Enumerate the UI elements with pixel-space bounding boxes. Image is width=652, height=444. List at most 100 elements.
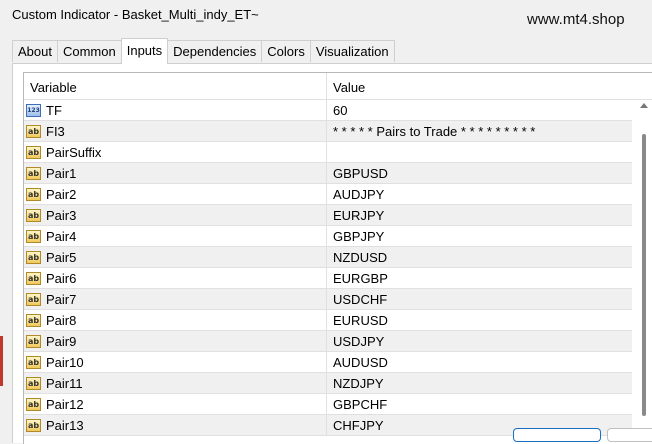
tab-visualization[interactable]: Visualization [309,40,395,62]
table-row[interactable]: 123 TF 60 [24,100,632,121]
value-cell[interactable]: * * * * * Pairs to Trade * * * * * * * *… [327,121,535,141]
variable-name: Pair13 [46,417,84,433]
grid-header: Variable Value [24,73,652,100]
variable-cell[interactable]: ab Pair1 [24,163,327,183]
watermark-text: www.mt4.shop [527,11,625,28]
inputs-panel: Variable Value 123 TF 60 ab FI3 * * * * * Pai… [12,63,652,444]
variable-cell[interactable]: ab FI3 [24,121,327,141]
value-cell[interactable]: USDCHF [327,289,387,309]
string-type-icon: ab [26,313,41,327]
string-type-icon: ab [26,376,41,390]
value-cell[interactable]: GBPJPY [327,226,384,246]
value-cell[interactable]: NZDUSD [327,247,387,267]
variable-name: Pair6 [46,270,77,286]
table-row[interactable]: ab Pair2 AUDJPY [24,184,632,205]
table-row[interactable]: ab Pair3 EURJPY [24,205,632,226]
inputs-grid: Variable Value 123 TF 60 ab FI3 * * * * * Pai… [23,72,652,444]
table-row[interactable]: ab Pair6 EURGBP [24,268,632,289]
value-cell[interactable]: GBPCHF [327,394,387,414]
value-cell[interactable]: USDJPY [327,331,384,351]
string-type-icon: ab [26,124,41,138]
variable-name: Pair11 [46,375,83,391]
variable-cell[interactable]: ab Pair13 [24,415,327,435]
value-cell[interactable]: AUDUSD [327,352,388,372]
tab-common[interactable]: Common [56,40,122,62]
table-row[interactable]: ab Pair11 NZDJPY [24,373,632,394]
table-row[interactable]: ab PairSuffix [24,142,632,163]
string-type-icon: ab [26,229,41,243]
string-type-icon: ab [26,355,41,369]
value-cell[interactable]: AUDJPY [327,184,384,204]
variable-cell[interactable]: ab PairSuffix [24,142,327,162]
variable-name: Pair8 [46,312,77,328]
value-cell[interactable]: GBPUSD [327,163,388,183]
string-type-icon: ab [26,208,41,222]
variable-name: Pair5 [46,249,77,265]
variable-name: FI3 [46,123,65,139]
tab-bar: About Common Inputs Dependencies Colors … [12,38,395,64]
table-row[interactable]: ab Pair1 GBPUSD [24,163,632,184]
tab-dependencies[interactable]: Dependencies [167,40,263,62]
value-cell[interactable]: NZDJPY [327,373,384,393]
variable-name: Pair1 [46,165,77,181]
variable-name: Pair4 [46,228,77,244]
value-cell[interactable]: 60 [327,100,347,120]
table-row[interactable]: ab Pair12 GBPCHF [24,394,632,415]
string-type-icon: ab [26,166,41,180]
scroll-thumb[interactable] [642,134,646,416]
variable-cell[interactable]: ab Pair6 [24,268,327,288]
variable-name: PairSuffix [46,144,102,160]
ok-button[interactable] [513,428,601,442]
window-title: Custom Indicator - Basket_Multi_indy_ET~ [12,7,259,22]
table-row[interactable]: ab Pair9 USDJPY [24,331,632,352]
table-row[interactable]: ab Pair7 USDCHF [24,289,632,310]
variable-cell[interactable]: 123 TF [24,100,327,120]
string-type-icon: ab [26,187,41,201]
string-type-icon: ab [26,250,41,264]
variable-cell[interactable]: ab Pair3 [24,205,327,225]
variable-cell[interactable]: ab Pair9 [24,331,327,351]
value-cell[interactable]: EURJPY [327,205,384,225]
table-row[interactable]: ab Pair8 EURUSD [24,310,632,331]
background-window-edge [0,336,3,386]
column-divider[interactable] [326,73,327,100]
table-row[interactable]: ab Pair4 GBPJPY [24,226,632,247]
tab-colors[interactable]: Colors [261,40,311,62]
value-cell[interactable]: CHFJPY [327,415,384,435]
value-cell[interactable]: EURUSD [327,310,388,330]
string-type-icon: ab [26,145,41,159]
column-header-value[interactable]: Value [333,80,365,95]
variable-cell[interactable]: ab Pair5 [24,247,327,267]
string-type-icon: ab [26,292,41,306]
variable-cell[interactable]: ab Pair11 [24,373,327,393]
value-cell[interactable]: EURGBP [327,268,388,288]
variable-name: Pair2 [46,186,77,202]
table-row[interactable]: ab Pair5 NZDUSD [24,247,632,268]
variable-cell[interactable]: ab Pair12 [24,394,327,414]
table-row[interactable]: ab Pair10 AUDUSD [24,352,632,373]
variable-cell[interactable]: ab Pair7 [24,289,327,309]
string-type-icon: ab [26,397,41,411]
variable-name: Pair9 [46,333,77,349]
string-type-icon: ab [26,418,41,432]
column-header-variable[interactable]: Variable [30,80,77,95]
title-bar: Custom Indicator - Basket_Multi_indy_ET~… [0,0,652,36]
grid-rows: 123 TF 60 ab FI3 * * * * * Pairs to Trade * *… [24,100,632,436]
tab-inputs[interactable]: Inputs [120,38,169,64]
tab-about[interactable]: About [12,40,58,62]
variable-name: Pair12 [46,396,84,412]
variable-cell[interactable]: ab Pair10 [24,352,327,372]
scroll-up-arrow-icon[interactable] [640,103,648,108]
value-cell[interactable] [327,142,333,162]
variable-name: Pair7 [46,291,77,307]
string-type-icon: ab [26,271,41,285]
variable-name: Pair10 [46,354,84,370]
variable-cell[interactable]: ab Pair4 [24,226,327,246]
table-row[interactable]: ab FI3 * * * * * Pairs to Trade * * * * * … [24,121,632,142]
string-type-icon: ab [26,334,41,348]
cancel-button[interactable] [607,428,652,442]
variable-name: TF [46,102,62,118]
variable-cell[interactable]: ab Pair2 [24,184,327,204]
vertical-scrollbar[interactable] [634,100,652,444]
variable-cell[interactable]: ab Pair8 [24,310,327,330]
